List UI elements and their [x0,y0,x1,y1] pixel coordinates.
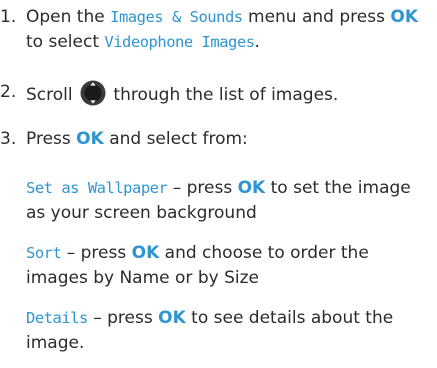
step-text: Scroll through the list of images. [26,80,431,108]
option-label: Details [26,309,88,327]
step-number: 1. [0,7,17,27]
step-number: 3. [0,129,17,149]
menu-name: Images & Sounds [110,8,243,26]
step-1: 1. Open the Images & Sounds menu and pre… [0,5,431,55]
step-text: Press OK and select from: [26,129,248,149]
ok-key-label: OK [237,178,266,198]
instruction-page: 1. Open the Images & Sounds menu and pre… [0,0,437,368]
option-sort: Sort – press OK and choose to order the … [26,243,369,288]
ok-key-label: OK [390,7,418,27]
option-set-as-wallpaper: Set as Wallpaper – press OK to set the i… [26,178,411,223]
option-label: Sort [26,244,62,262]
option-label: Set as Wallpaper [26,179,168,197]
navigation-key-icon [80,80,106,106]
step-2: 2. Scroll through the list of images. [0,80,431,108]
option-name: Videophone Images [104,33,255,51]
step-3: 3. Press OK and select from: [0,127,431,152]
step-number: 2. [0,82,17,102]
ok-key-label: OK [158,308,186,328]
option-details: Details – press OK to see details about … [26,308,394,353]
ok-key-label: OK [76,129,104,149]
step-text: Open the Images & Sounds menu and press … [26,7,418,52]
ok-key-label: OK [131,243,160,263]
